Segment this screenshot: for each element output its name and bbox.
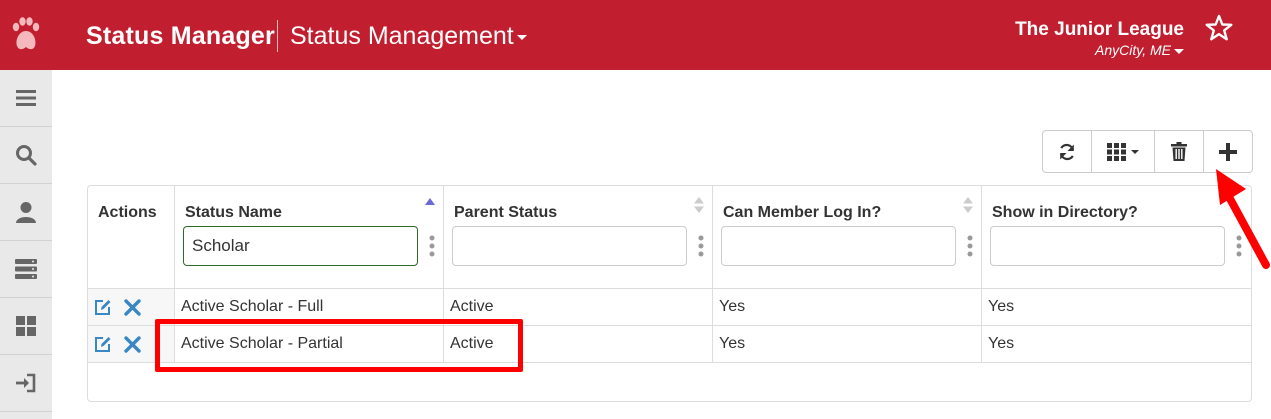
top-navbar: Status Manager Status Management The Jun… bbox=[0, 0, 1271, 70]
column-header-parent-status[interactable]: Parent Status bbox=[444, 186, 713, 289]
caret-down-icon bbox=[516, 34, 527, 40]
highlight-box-annotation bbox=[155, 319, 523, 372]
server-icon bbox=[15, 259, 37, 279]
sidebar-search-button[interactable] bbox=[0, 127, 52, 184]
plus-icon bbox=[1219, 142, 1237, 161]
status-name-filter-input[interactable] bbox=[183, 226, 418, 266]
sidebar-signin-button[interactable] bbox=[0, 355, 52, 412]
refresh-icon bbox=[1059, 143, 1075, 160]
org-location-dropdown[interactable]: AnyCity, ME bbox=[1095, 42, 1184, 58]
column-label: Show in Directory? bbox=[992, 204, 1138, 221]
caret-down-icon bbox=[1174, 48, 1184, 54]
filter-options-icon[interactable] bbox=[967, 234, 973, 258]
menu-icon bbox=[16, 90, 36, 106]
edit-icon[interactable] bbox=[94, 336, 111, 353]
caret-down-icon bbox=[1131, 149, 1139, 154]
cell-show-in-directory: Yes bbox=[988, 298, 1015, 315]
sort-asc-icon[interactable] bbox=[425, 196, 435, 214]
header-divider bbox=[277, 20, 278, 52]
trash-icon bbox=[1171, 142, 1187, 161]
filter-options-icon[interactable] bbox=[429, 234, 435, 258]
delete-button[interactable] bbox=[1155, 131, 1204, 172]
user-icon bbox=[16, 202, 36, 223]
red-arrow-annotation-icon bbox=[1216, 169, 1270, 269]
refresh-button[interactable] bbox=[1043, 131, 1092, 172]
column-header-status-name[interactable]: Status Name bbox=[175, 186, 444, 289]
delete-x-icon[interactable] bbox=[124, 336, 141, 353]
parent-status-filter-input[interactable] bbox=[452, 226, 687, 266]
sign-in-icon bbox=[16, 373, 36, 393]
sort-both-icon[interactable] bbox=[694, 196, 704, 214]
sidebar bbox=[0, 70, 52, 419]
filter-options-icon[interactable] bbox=[698, 234, 704, 258]
column-label: Actions bbox=[98, 204, 157, 221]
search-icon bbox=[16, 145, 37, 166]
sort-both-icon[interactable] bbox=[963, 196, 973, 214]
column-header-can-log-in[interactable]: Can Member Log In? bbox=[713, 186, 982, 289]
show-in-directory-filter-input[interactable] bbox=[990, 226, 1225, 266]
cell-can-log-in: Yes bbox=[713, 289, 982, 325]
section-dropdown[interactable]: Status Management bbox=[290, 22, 527, 51]
org-location: AnyCity, ME bbox=[1095, 42, 1171, 58]
column-label: Parent Status bbox=[454, 204, 558, 221]
sidebar-dashboard-button[interactable] bbox=[0, 298, 52, 355]
delete-x-icon[interactable] bbox=[124, 299, 141, 316]
sidebar-menu-button[interactable] bbox=[0, 70, 52, 127]
star-favorite-icon[interactable] bbox=[1205, 14, 1233, 42]
can-log-in-filter-input[interactable] bbox=[721, 226, 956, 266]
cell-show-in-directory: Yes bbox=[988, 335, 1015, 352]
paw-logo-icon[interactable] bbox=[10, 16, 42, 54]
column-header-actions: Actions bbox=[88, 186, 175, 289]
cell-can-log-in: Yes bbox=[713, 326, 982, 362]
sidebar-user-button[interactable] bbox=[0, 184, 52, 241]
org-name: The Junior League bbox=[1015, 19, 1184, 40]
column-header-show-in-directory[interactable]: Show in Directory? bbox=[982, 186, 1250, 289]
sidebar-server-button[interactable] bbox=[0, 241, 52, 298]
column-label: Status Name bbox=[185, 204, 282, 221]
dashboard-icon bbox=[16, 316, 36, 336]
app-title[interactable]: Status Manager bbox=[86, 22, 275, 51]
columns-grid-icon bbox=[1107, 142, 1126, 161]
columns-toggle-button[interactable] bbox=[1092, 131, 1155, 172]
edit-icon[interactable] bbox=[94, 299, 111, 316]
section-title: Status Management bbox=[290, 22, 514, 50]
column-label: Can Member Log In? bbox=[723, 204, 882, 221]
